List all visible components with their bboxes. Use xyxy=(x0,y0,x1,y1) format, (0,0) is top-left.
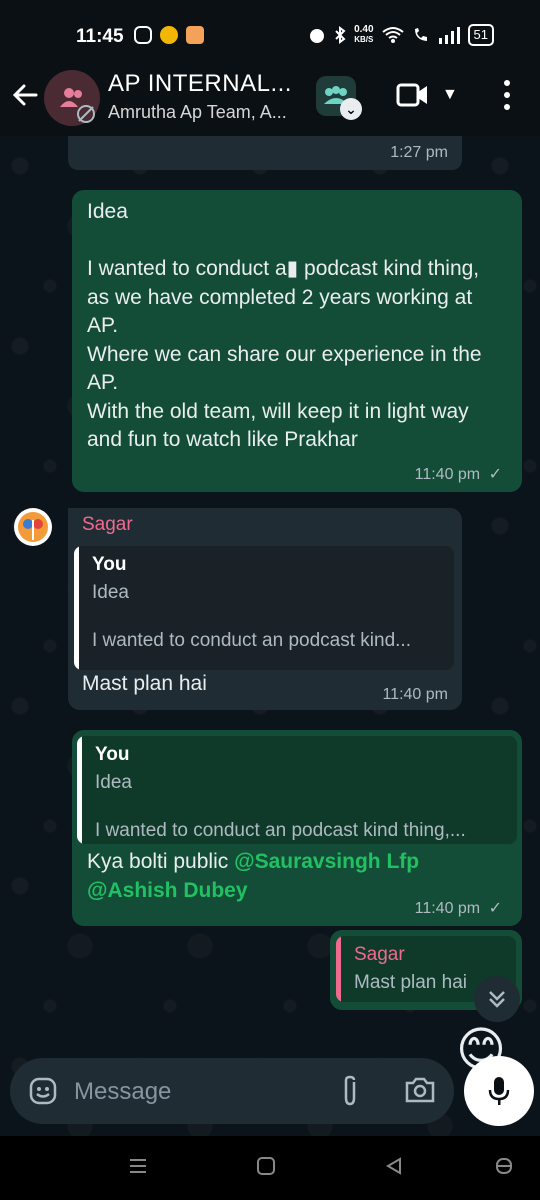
notification-icons xyxy=(134,26,204,44)
paperclip-icon[interactable] xyxy=(340,1074,360,1108)
chat-header: AP INTERNAL... Amrutha Ap Team, A... ⌄ ▼ xyxy=(0,70,540,136)
assistant-icon[interactable] xyxy=(494,1156,514,1176)
group-members-text: Amrutha Ap Team, A... xyxy=(108,102,287,122)
speed-unit: KB/S xyxy=(354,35,374,44)
outgoing-message[interactable]: You Idea I wanted to conduct an podcast … xyxy=(72,730,522,926)
app-notification-icon-2 xyxy=(186,26,204,44)
quote-author: You xyxy=(92,554,127,575)
home-icon[interactable] xyxy=(256,1156,276,1176)
battery-indicator: 51 xyxy=(467,24,494,46)
kebab-menu-icon[interactable] xyxy=(500,80,514,110)
quote-line: Idea xyxy=(92,582,129,603)
message-composer xyxy=(10,1058,454,1124)
quote-author: You xyxy=(95,744,130,765)
message-meta: 11:40 pm ✓ xyxy=(415,898,502,918)
mention-link[interactable]: @Ashish Dubey xyxy=(87,879,248,902)
quote-bar xyxy=(77,736,82,844)
message-meta: 11:40 pm ✓ xyxy=(415,464,502,484)
quote-line: Idea xyxy=(95,772,132,793)
scroll-to-bottom-button[interactable] xyxy=(474,976,520,1022)
status-bar: 11:45 0.40 KB/S 51 xyxy=(0,0,540,70)
message-time: 11:40 pm xyxy=(382,686,448,703)
sender-avatar[interactable] xyxy=(14,508,52,546)
avatar-logo-icon xyxy=(18,512,48,542)
sticker-emoji-icon[interactable] xyxy=(28,1076,58,1106)
chat-area[interactable]: 1:27 pm Idea I wanted to conduct a▮ podc… xyxy=(0,136,540,1136)
quote-bar xyxy=(74,546,79,670)
group-subtitle[interactable]: Amrutha Ap Team, A... xyxy=(77,102,287,123)
status-time: 11:45 xyxy=(76,26,124,47)
arrow-left-icon[interactable] xyxy=(10,80,40,110)
disappearing-messages-icon xyxy=(77,105,95,123)
call-dropdown-icon[interactable]: ▼ xyxy=(442,86,458,104)
incoming-message[interactable]: Sagar You Idea I wanted to conduct an po… xyxy=(68,508,462,710)
quoted-message[interactable]: You Idea I wanted to conduct an podcast … xyxy=(74,546,454,670)
message-time: 11:40 pm xyxy=(414,900,481,917)
system-nav-bar xyxy=(0,1136,540,1200)
quoted-message[interactable]: You Idea I wanted to conduct an podcast … xyxy=(77,736,517,844)
speed-value: 0.40 xyxy=(354,24,374,35)
video-camera-icon[interactable] xyxy=(396,82,430,108)
message-meta: 11:40 pm xyxy=(382,686,448,704)
quote-author: Sagar xyxy=(354,944,405,965)
bluetooth-icon xyxy=(335,26,346,44)
recent-apps-icon[interactable] xyxy=(128,1156,148,1176)
status-right-icons: 0.40 KB/S 51 xyxy=(308,24,494,46)
chevron-down-icon: ⌄ xyxy=(340,98,362,120)
message-time: 11:40 pm xyxy=(414,466,481,483)
back-nav-icon[interactable] xyxy=(384,1156,404,1176)
app-notification-icon xyxy=(160,26,178,44)
message-text-prefix: Kya bolti public xyxy=(87,850,235,873)
microphone-button[interactable] xyxy=(464,1056,534,1126)
group-title[interactable]: AP INTERNAL... xyxy=(108,70,292,98)
camera-icon[interactable] xyxy=(404,1076,436,1104)
volte-call-icon xyxy=(414,28,427,41)
microphone-icon xyxy=(488,1077,510,1105)
quote-bar xyxy=(336,936,341,1002)
message-text: Idea I wanted to conduct a▮ podcast kind… xyxy=(87,200,482,451)
double-chevron-down-icon xyxy=(489,991,505,1008)
network-speed: 0.40 KB/S xyxy=(354,25,373,45)
message-time: 1:27 pm xyxy=(390,144,448,161)
wifi-icon xyxy=(381,27,404,43)
quote-line: Mast plan hai xyxy=(354,972,468,993)
sent-check-icon: ✓ xyxy=(488,466,502,483)
outgoing-message[interactable]: Idea I wanted to conduct a▮ podcast kind… xyxy=(72,190,522,492)
message-text: Kya bolti public @Sauravsingh Lfp @Ashis… xyxy=(87,848,507,905)
quote-line: I wanted to conduct an podcast kind thin… xyxy=(95,820,466,841)
mention-link[interactable]: @Sauravsingh Lfp xyxy=(234,850,419,873)
sender-name[interactable]: Sagar xyxy=(82,514,133,536)
signal-icon xyxy=(438,27,460,44)
sent-check-icon: ✓ xyxy=(488,900,502,917)
instagram-icon xyxy=(134,26,152,44)
quote-line: I wanted to conduct an podcast kind... xyxy=(92,630,411,651)
previous-message-bubble[interactable]: 1:27 pm xyxy=(68,136,462,170)
message-input[interactable] xyxy=(72,1068,316,1116)
alarm-icon xyxy=(310,29,325,43)
message-text: Mast plan hai xyxy=(82,672,207,695)
